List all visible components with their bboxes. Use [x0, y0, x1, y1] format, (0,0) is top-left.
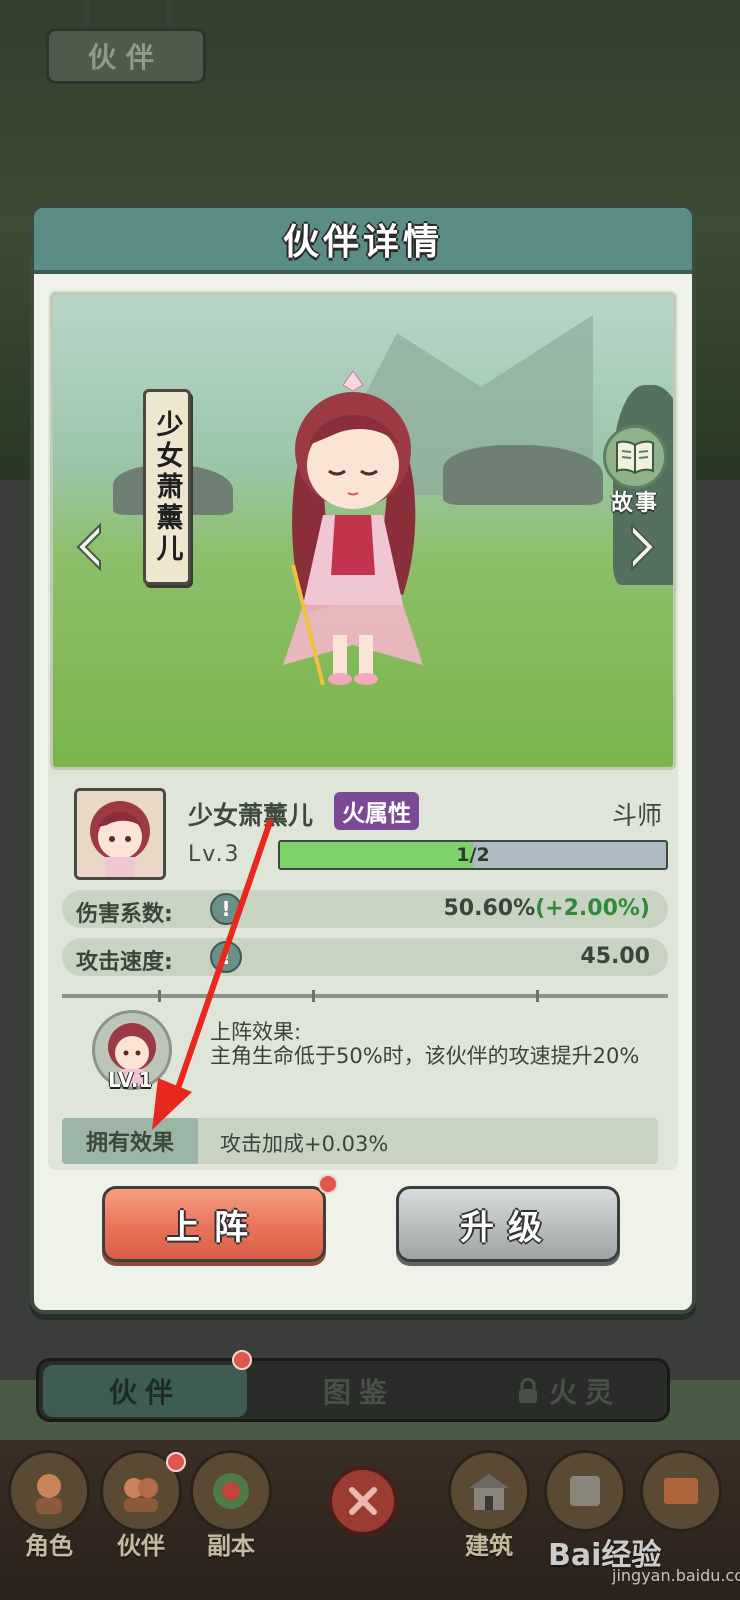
character-sprite	[283, 370, 423, 686]
attribute-badge: 火属性	[334, 792, 419, 830]
plaque-rope-right	[166, 0, 172, 30]
xp-progress-bar: 1/2	[278, 840, 668, 870]
own-effect-label: 拥有效果	[62, 1118, 198, 1164]
character-scene: 少女萧薰儿 故事	[50, 292, 676, 770]
chevron-right-icon	[631, 523, 656, 571]
plaque-rope-left	[84, 0, 90, 30]
stat-label: 伤害系数:	[76, 902, 173, 927]
prev-partner-arrow[interactable]	[71, 519, 107, 575]
nav-label: 副本	[207, 1532, 255, 1560]
info-icon[interactable]: !	[210, 893, 242, 925]
bottom-tab-bar: 伙伴 图鉴 火灵	[36, 1358, 670, 1422]
stat-value: 50.60%(+2.00%)	[443, 896, 650, 921]
stat-value-bonus: (+2.00%)	[535, 896, 650, 921]
character-name-scroll: 少女萧薰儿	[143, 389, 191, 585]
top-plaque: 伙伴	[46, 28, 206, 84]
close-button[interactable]	[328, 1466, 398, 1536]
partner-level: Lv.3	[188, 842, 241, 867]
section-divider	[62, 990, 668, 1002]
notification-dot	[318, 1174, 338, 1194]
scene-rock	[443, 445, 603, 505]
building-icon	[448, 1450, 530, 1532]
nav-label: 伙伴	[117, 1532, 165, 1560]
deploy-effect-level: LV.1	[108, 1068, 153, 1092]
close-icon	[349, 1487, 377, 1515]
own-effect-value: 攻击加成+0.03%	[220, 1132, 389, 1156]
stat-label: 攻击速度:	[76, 950, 173, 975]
nav-item-dungeon[interactable]: 副本	[186, 1450, 276, 1590]
deploy-effect-description: 主角生命低于50%时，该伙伴的攻速提升20%	[210, 1044, 640, 1068]
dungeon-icon	[190, 1450, 272, 1532]
stat-value: 45.00	[580, 944, 650, 969]
info-icon[interactable]: !	[210, 941, 242, 973]
scroll-icon	[544, 1450, 626, 1532]
modal-title: 伙伴详情	[282, 222, 443, 263]
story-label: 故事	[610, 491, 659, 516]
stat-row-attack-speed: 攻击速度: ! 45.00	[62, 938, 668, 976]
stat-row-damage: 伤害系数: ! 50.60%(+2.00%)	[62, 890, 668, 928]
book-icon	[603, 425, 667, 489]
tab-fire-spirit-label: 火灵	[548, 1376, 621, 1409]
partner-rank: 斗师	[611, 801, 662, 830]
watermark-url: jingyan.baidu.com	[612, 1566, 740, 1585]
partner-portrait	[74, 788, 166, 880]
notification-dot	[166, 1452, 186, 1472]
deploy-button[interactable]: 上阵	[102, 1186, 326, 1262]
lock-icon	[517, 1378, 539, 1404]
partner-name: 少女萧薰儿	[188, 801, 314, 830]
upgrade-button[interactable]: 升级	[396, 1186, 620, 1262]
tab-codex[interactable]: 图鉴	[269, 1365, 449, 1417]
own-effect-row: 拥有效果 攻击加成+0.03%	[62, 1118, 658, 1164]
modal-header: 伙伴详情	[34, 208, 692, 274]
nav-item-character[interactable]: 角色	[4, 1450, 94, 1590]
notification-dot	[232, 1350, 252, 1370]
map-icon	[640, 1450, 722, 1532]
xp-progress-text: 1/2	[456, 844, 490, 866]
nav-label: 角色	[25, 1532, 73, 1560]
tab-fire-spirit[interactable]: 火灵	[479, 1365, 659, 1417]
nav-label: 建筑	[465, 1532, 513, 1560]
story-button[interactable]: 故事	[599, 425, 671, 521]
character-icon	[8, 1450, 90, 1532]
chevron-left-icon	[76, 523, 101, 571]
next-partner-arrow[interactable]	[625, 519, 661, 575]
partner-detail-modal: 伙伴详情 少女萧薰儿 故事 少女萧薰儿 火属性 斗师 Lv.3 1/2 伤害系数…	[30, 204, 696, 1314]
stat-value-base: 50.60%	[443, 896, 536, 921]
tab-partner[interactable]: 伙伴	[43, 1365, 247, 1417]
nav-item-building[interactable]: 建筑	[444, 1450, 534, 1590]
partner-info: 少女萧薰儿 火属性 斗师 Lv.3 1/2 伤害系数: ! 50.60%(+2.…	[48, 782, 678, 1170]
modal-body: 少女萧薰儿 故事 少女萧薰儿 火属性 斗师 Lv.3 1/2 伤害系数: ! 5…	[48, 290, 678, 1170]
